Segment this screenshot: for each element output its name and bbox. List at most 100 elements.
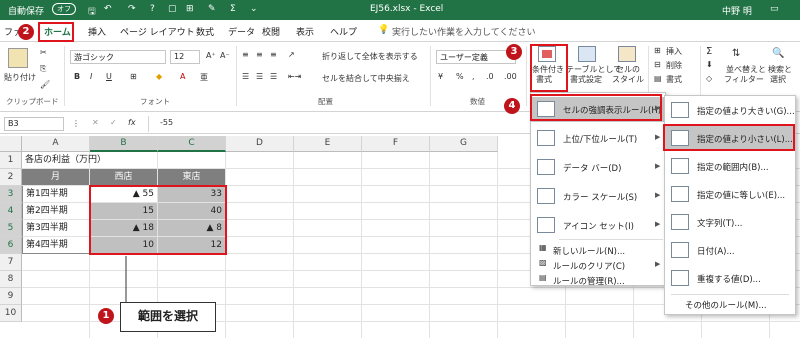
column-header-e[interactable]: E	[294, 136, 362, 152]
tellme-search[interactable]: 実行したい作業を入力してください	[392, 25, 535, 38]
undo-icon[interactable]: ↶	[104, 4, 112, 14]
align-middle-icon[interactable]: ≡	[256, 50, 263, 59]
grow-font-icon[interactable]: A⁺	[206, 51, 216, 60]
submenu-item-equal-to[interactable]: 指定の値に等しい(E)...	[665, 182, 795, 207]
clipboard-icon[interactable]	[8, 48, 28, 68]
currency-icon[interactable]: ¥	[438, 72, 443, 81]
row-header[interactable]: 9	[0, 288, 22, 305]
tab-review[interactable]: 校閲	[262, 25, 280, 38]
orientation-icon[interactable]: ↗	[288, 50, 295, 59]
edit-icon[interactable]: ✎	[208, 4, 216, 14]
fill-color-icon[interactable]: ◆	[156, 72, 162, 81]
bold-button[interactable]: B	[74, 72, 80, 81]
font-color-icon[interactable]: A	[180, 72, 185, 81]
italic-button[interactable]: I	[90, 72, 92, 81]
insert-cells-button[interactable]: 挿入	[666, 46, 682, 57]
submenu-item-text-contains[interactable]: 文字列(T)...	[665, 210, 795, 235]
row-header[interactable]: 8	[0, 271, 22, 288]
percent-icon[interactable]: %	[456, 72, 464, 81]
cancel-icon[interactable]: ✕	[92, 118, 99, 127]
shrink-font-icon[interactable]: A⁻	[220, 51, 230, 60]
tab-data[interactable]: データ	[228, 25, 255, 38]
menu-item-data-bars[interactable]: データ バー(D) ▶	[531, 155, 665, 180]
underline-button[interactable]: U	[106, 72, 112, 81]
tab-formulas[interactable]: 数式	[196, 25, 214, 38]
autosave-toggle[interactable]: オフ	[52, 3, 76, 15]
row-header[interactable]: 1	[0, 152, 22, 169]
align-right-icon[interactable]: ☰	[270, 72, 277, 81]
align-center-icon[interactable]: ☰	[256, 72, 263, 81]
sheet-title-cell[interactable]: 各店の利益（万円）	[22, 152, 172, 169]
menu-item-top-bottom-rules[interactable]: 上位/下位ルール(T) ▶	[531, 126, 665, 151]
save-icon[interactable]: 🖫	[88, 4, 96, 20]
fill-icon[interactable]: ⬇	[706, 60, 713, 69]
menu-item-manage-rules[interactable]: ▤ ルールの管理(R)...	[531, 271, 665, 287]
help-circle-icon[interactable]: ?	[150, 4, 155, 14]
align-left-icon[interactable]: ☰	[242, 72, 249, 81]
format-painter-icon[interactable]: 🖌	[40, 80, 50, 89]
menu-item-color-scales[interactable]: カラー スケール(S) ▶	[531, 184, 665, 209]
tab-insert[interactable]: 挿入	[88, 25, 106, 38]
align-top-icon[interactable]: ≡	[242, 50, 249, 59]
user-name[interactable]: 中野 明	[722, 4, 752, 17]
month-cell[interactable]: 第3四半期	[22, 220, 90, 237]
row-header[interactable]: 3	[0, 186, 22, 203]
comma-icon[interactable]: ,	[472, 72, 475, 81]
name-box-more-icon[interactable]: ⋮	[72, 119, 80, 128]
qat-more-icon[interactable]: ⌄	[250, 4, 258, 14]
format-cells-icon[interactable]: ▤	[654, 74, 662, 83]
submenu-item-more-rules[interactable]: その他のルール(M)...	[665, 296, 795, 312]
name-box[interactable]: B3	[4, 117, 64, 131]
align-bottom-icon[interactable]: ≡	[270, 50, 277, 59]
find-select-label-2[interactable]: 選択	[770, 74, 786, 85]
enter-icon[interactable]: ✓	[110, 118, 117, 127]
cut-icon[interactable]: ✂	[40, 48, 47, 57]
font-size-box[interactable]: 12	[170, 50, 200, 64]
row-header[interactable]: 7	[0, 254, 22, 271]
row-header[interactable]: 2	[0, 169, 22, 186]
find-select-icon[interactable]: 🔍	[772, 48, 784, 59]
row-header[interactable]: 6	[0, 237, 22, 254]
column-header-f[interactable]: F	[362, 136, 430, 152]
borders-icon[interactable]: ⊞	[130, 72, 137, 81]
indent-icon[interactable]: ⇤⇥	[288, 72, 301, 81]
delete-cells-button[interactable]: 削除	[666, 60, 682, 71]
number-format-box[interactable]: ユーザー定義	[436, 50, 516, 64]
format-cells-button[interactable]: 書式	[666, 74, 682, 85]
row-header[interactable]: 10	[0, 305, 22, 322]
month-cell[interactable]: 第2四半期	[22, 203, 90, 220]
insert-cells-icon[interactable]: ⊞	[654, 46, 661, 55]
delete-cells-icon[interactable]: ⊟	[654, 60, 661, 69]
format-table-icon[interactable]	[578, 46, 596, 62]
cell-styles-icon[interactable]	[618, 46, 636, 62]
paste-button[interactable]: 貼り付け	[4, 72, 36, 83]
autosum-icon[interactable]: Σ	[706, 46, 712, 57]
clear-icon[interactable]: ◇	[706, 74, 712, 83]
border-icon[interactable]: ⊞	[186, 4, 194, 14]
insert-function-button[interactable]: fx	[128, 118, 136, 127]
menu-item-icon-sets[interactable]: アイコン セット(I) ▶	[531, 213, 665, 238]
ribbon-display-icon[interactable]: ▭	[770, 4, 779, 14]
month-cell[interactable]: 第1四半期	[22, 186, 90, 203]
submenu-item-date[interactable]: 日付(A)...	[665, 238, 795, 263]
header-cell-east[interactable]: 東店	[158, 169, 226, 186]
menu-item-clear-rules[interactable]: ▨ ルールのクリア(C) ▶	[531, 256, 665, 272]
decrease-decimal-icon[interactable]: .00	[504, 72, 517, 81]
format-table-label-2[interactable]: 書式設定	[570, 74, 602, 85]
wrap-text-button[interactable]: 折り返して全体を表示する	[322, 51, 418, 62]
row-header[interactable]: 4	[0, 203, 22, 220]
sort-filter-icon[interactable]: ⇅	[732, 48, 740, 59]
increase-decimal-icon[interactable]: .0	[486, 72, 494, 81]
column-header-g[interactable]: G	[430, 136, 498, 152]
redo-icon[interactable]: ↷	[128, 4, 136, 14]
column-header-d[interactable]: D	[226, 136, 294, 152]
merge-center-button[interactable]: セルを結合して中央揃え	[322, 73, 410, 84]
tab-help[interactable]: ヘルプ	[330, 25, 357, 38]
column-header-b[interactable]: B	[90, 136, 158, 152]
submenu-item-duplicate-values[interactable]: 重複する値(D)...	[665, 266, 795, 291]
header-cell-month[interactable]: 月	[22, 169, 90, 186]
sort-filter-label-2[interactable]: フィルター	[724, 74, 764, 85]
copy-icon[interactable]: ⎘	[40, 64, 46, 74]
submenu-item-greater-than[interactable]: 指定の値より大きい(G)...	[665, 98, 795, 123]
menu-item-new-rule[interactable]: ▦ 新しいルール(N)...	[531, 241, 665, 257]
